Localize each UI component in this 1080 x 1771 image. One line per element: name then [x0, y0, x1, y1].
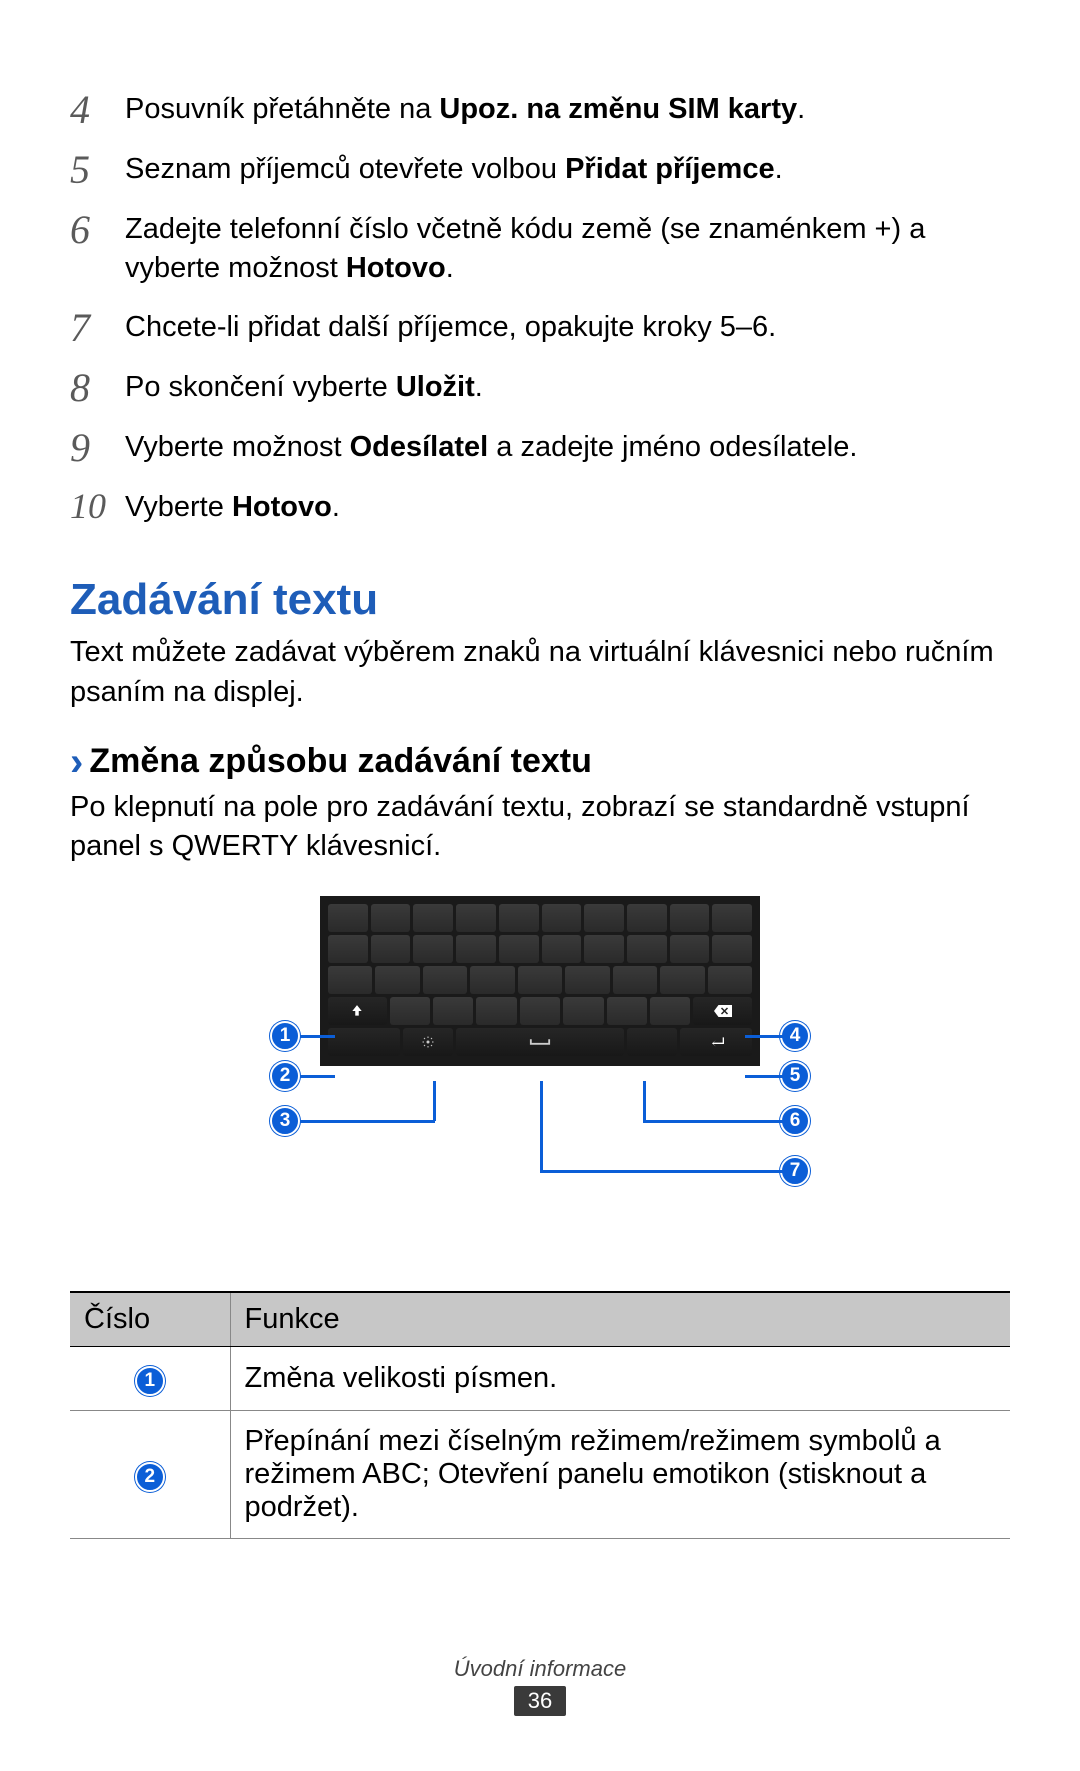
callout-6: 6	[780, 1106, 810, 1136]
subsection-heading-text: Změna způsobu zadávání textu	[89, 742, 592, 781]
step-item: 5Seznam příjemců otevřete volbou Přidat …	[70, 150, 1010, 190]
step-text: Posuvník přetáhněte na Upoz. na změnu SI…	[125, 90, 1010, 129]
step-text: Po skončení vyberte Uložit.	[125, 368, 1010, 407]
shift-key	[328, 997, 387, 1025]
step-number: 4	[70, 90, 125, 130]
function-text: Změna velikosti písmen.	[230, 1346, 1010, 1410]
callout-5: 5	[780, 1061, 810, 1091]
step-item: 6Zadejte telefonní číslo včetně kódu zem…	[70, 210, 1010, 288]
section-text: Text můžete zadávat výběrem znaků na vir…	[70, 633, 1010, 711]
step-text: Seznam příjemců otevřete volbou Přidat p…	[125, 150, 1010, 189]
step-item: 9Vyberte možnost Odesílatel a zadejte jm…	[70, 428, 1010, 468]
subsection-heading: › Změna způsobu zadávání textu	[70, 742, 1010, 782]
step-number: 5	[70, 150, 125, 190]
step-text: Vyberte Hotovo.	[125, 488, 1010, 527]
settings-key	[403, 1028, 453, 1056]
function-table: Číslo Funkce 1 Změna velikosti písmen. 2 Př…	[70, 1291, 1010, 1539]
backspace-key	[693, 997, 752, 1025]
step-number: 10	[70, 488, 125, 524]
step-text: Vyberte možnost Odesílatel a zadejte jmé…	[125, 428, 1010, 467]
section-heading: Zadávání textu	[70, 575, 1010, 625]
step-text: Zadejte telefonní číslo včetně kódu země…	[125, 210, 1010, 288]
step-item: 8Po skončení vyberte Uložit.	[70, 368, 1010, 408]
table-row: 1 Změna velikosti písmen.	[70, 1346, 1010, 1410]
th-number: Číslo	[70, 1292, 230, 1347]
subsection-text: Po klepnutí na pole pro zadávání textu, …	[70, 788, 1010, 866]
step-number: 9	[70, 428, 125, 468]
callout-1: 1	[270, 1021, 300, 1051]
step-item: 7Chcete-li přidat další příjemce, opakuj…	[70, 308, 1010, 348]
function-text: Přepínání mezi číselným režimem/režimem …	[230, 1410, 1010, 1538]
page-number: 36	[514, 1686, 566, 1716]
number-badge: 2	[135, 1462, 165, 1492]
keyboard-figure: 1 2 3 4 5 6 7	[70, 896, 1010, 1256]
table-row: 2 Přepínání mezi číselným režimem/režimem…	[70, 1410, 1010, 1538]
footer: Úvodní informace 36	[0, 1656, 1080, 1716]
step-item: 4Posuvník přetáhněte na Upoz. na změnu S…	[70, 90, 1010, 130]
footer-text: Úvodní informace	[0, 1656, 1080, 1682]
th-function: Funkce	[230, 1292, 1010, 1347]
step-text: Chcete-li přidat další příjemce, opakujt…	[125, 308, 1010, 347]
dot-key	[627, 1028, 677, 1056]
mode-key	[328, 1028, 400, 1056]
number-badge: 1	[135, 1366, 165, 1396]
step-number: 8	[70, 368, 125, 408]
step-number: 6	[70, 210, 125, 250]
callout-4: 4	[780, 1021, 810, 1051]
space-key	[456, 1028, 625, 1056]
enter-key	[680, 1028, 752, 1056]
callout-7: 7	[780, 1156, 810, 1186]
step-list: 4Posuvník přetáhněte na Upoz. na změnu S…	[70, 90, 1010, 527]
keyboard-image	[320, 896, 760, 1066]
table-body: 1 Změna velikosti písmen. 2 Přepínání mezi …	[70, 1346, 1010, 1538]
callout-3: 3	[270, 1106, 300, 1136]
step-item: 10Vyberte Hotovo.	[70, 488, 1010, 527]
chevron-icon: ›	[70, 742, 83, 782]
callout-2: 2	[270, 1061, 300, 1091]
step-number: 7	[70, 308, 125, 348]
